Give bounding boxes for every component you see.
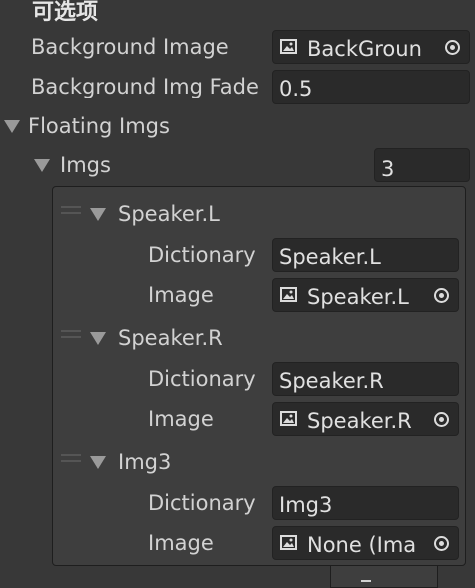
dictionary-value: Speaker.R: [279, 369, 384, 393]
section-header: 可选项: [32, 0, 99, 25]
background-fade-label: Background Img Fade: [31, 77, 259, 98]
image-value: None (Ima: [307, 533, 417, 557]
image-field[interactable]: Speaker.L: [272, 278, 459, 312]
foldout-arrow-icon[interactable]: [90, 332, 106, 345]
drag-handle-icon[interactable]: [61, 330, 81, 340]
background-image-value: BackGroun: [307, 37, 422, 61]
dictionary-label: Dictionary: [148, 491, 256, 515]
image-value: Speaker.L: [307, 285, 409, 309]
target-icon: [433, 411, 449, 427]
object-picker-button[interactable]: [424, 403, 458, 435]
object-picker-button[interactable]: [424, 279, 458, 311]
drag-handle-icon[interactable]: [61, 206, 81, 216]
image-icon: [280, 535, 297, 550]
image-icon: [280, 287, 297, 302]
imgs-size-value: 3: [381, 157, 395, 181]
image-field[interactable]: None (Ima: [272, 526, 459, 560]
element-foldout[interactable]: Speaker.L: [118, 204, 220, 225]
element-foldout[interactable]: Speaker.R: [118, 328, 223, 349]
foldout-arrow-icon[interactable]: [90, 456, 106, 469]
foldout-arrow-icon[interactable]: [4, 120, 20, 133]
background-fade-label-clip: Background Img Fade: [31, 77, 268, 98]
floating-imgs-foldout[interactable]: Floating Imgs: [28, 116, 170, 137]
dictionary-label: Dictionary: [148, 367, 256, 391]
target-icon: [433, 287, 449, 303]
dictionary-value: Img3: [279, 493, 333, 517]
background-fade-input[interactable]: 0.5: [272, 70, 470, 104]
image-label: Image: [148, 531, 214, 555]
dictionary-label: Dictionary: [148, 243, 256, 267]
foldout-arrow-icon[interactable]: [90, 208, 106, 221]
add-icon[interactable]: [361, 580, 371, 582]
background-image-field[interactable]: BackGroun: [272, 30, 470, 64]
list-footer: [330, 566, 438, 588]
dictionary-input[interactable]: Speaker.R: [272, 362, 459, 396]
object-picker-button[interactable]: [424, 527, 458, 559]
target-icon: [433, 535, 449, 551]
imgs-size-input[interactable]: 3: [374, 148, 470, 182]
image-label: Image: [148, 283, 214, 307]
background-image-label: Background Image: [31, 35, 229, 59]
element-foldout[interactable]: Img3: [118, 452, 171, 473]
dictionary-input[interactable]: Img3: [272, 486, 459, 520]
background-fade-value: 0.5: [279, 77, 313, 101]
image-icon: [280, 411, 297, 426]
imgs-foldout[interactable]: Imgs: [60, 155, 111, 176]
drag-handle-icon[interactable]: [61, 454, 81, 464]
foldout-arrow-icon[interactable]: [34, 159, 50, 172]
image-field[interactable]: Speaker.R: [272, 402, 459, 436]
target-icon: [444, 39, 460, 55]
dictionary-value: Speaker.L: [279, 245, 381, 269]
dictionary-input[interactable]: Speaker.L: [272, 238, 459, 272]
object-picker-button[interactable]: [435, 31, 469, 63]
image-value: Speaker.R: [307, 409, 412, 433]
image-icon: [280, 39, 297, 54]
image-label: Image: [148, 407, 214, 431]
